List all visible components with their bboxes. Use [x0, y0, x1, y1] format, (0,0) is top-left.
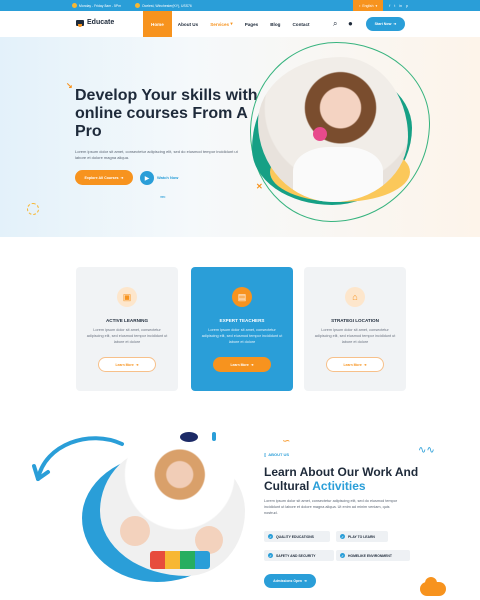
learn-more-label: Learn More — [230, 362, 249, 367]
tick-deco-icon — [212, 432, 216, 441]
nav-menu: Home About Us Services ▾ Pages Blog Cont… — [143, 11, 316, 37]
nav-item-about[interactable]: About Us — [172, 11, 204, 37]
twitter-icon[interactable]: t — [394, 4, 395, 8]
oval-deco-icon — [180, 432, 198, 442]
teacher-icon: ▤ — [232, 287, 252, 307]
language-label: English — [362, 3, 374, 8]
pill-homelike: ✓ HOMELIKE ENVIRONMENT — [336, 550, 410, 561]
learn-more-button[interactable]: Learn More ➔ — [326, 357, 384, 372]
learn-more-button[interactable]: Learn More ➔ — [213, 357, 271, 372]
pill-quality: ✓ QUALITY EDUCATIONS — [264, 531, 330, 542]
hero-title: Develop Your skills with online courses … — [75, 87, 258, 140]
hours-info: Monday - Friday 8am - 5Pm — [72, 3, 121, 8]
about-tag-label: ABOUT US — [268, 452, 290, 457]
arrow-right-icon: ➔ — [303, 579, 307, 583]
explore-courses-label: Explore All Courses — [84, 175, 119, 180]
graduation-cap-icon — [76, 19, 84, 27]
nav-item-services[interactable]: Services ▾ — [204, 11, 239, 37]
nav-item-services-label: Services — [210, 21, 230, 27]
chevron-down-icon: ▾ — [375, 3, 378, 8]
nav-item-pages[interactable]: Pages — [239, 11, 265, 37]
feature-title: ACTIVE LEARNING — [105, 318, 149, 323]
linkedin-icon[interactable]: in — [399, 4, 402, 8]
pill-label: QUALITY EDUCATIONS — [276, 534, 314, 539]
address-info: Ocelest, Winchester(KY), USS76 — [135, 3, 192, 8]
learning-icon: ▣ — [117, 287, 137, 307]
admissions-button[interactable]: Admissions Open ➔ — [264, 574, 316, 588]
chevron-down-icon: ▾ — [230, 21, 233, 26]
feature-card-expert-teachers: ▤ EXPERT TEACHERS Lorem ipsum dolor sit … — [191, 267, 293, 391]
address-text: Ocelest, Winchester(KY), USS76 — [142, 3, 192, 8]
feature-card-strategi-location: ⌂ STRATEGI LOCATION Lorem ipsum dolor si… — [304, 267, 406, 391]
brand-logo[interactable]: Educate — [76, 19, 115, 27]
feature-card-active-learning: ▣ ACTIVE LEARNING Lorem ipsum dolor sit … — [76, 267, 178, 391]
nav-item-home[interactable]: Home — [143, 11, 172, 37]
cross-deco-icon: ✕ — [256, 182, 263, 191]
zigzag-deco-icon: ↘ — [66, 81, 73, 90]
start-now-label: Start Now — [374, 22, 392, 26]
top-bar: Monday - Friday 8am - 5Pm Ocelest, Winch… — [0, 0, 480, 11]
play-icon[interactable]: ▶ — [140, 171, 154, 185]
pill-play: ✓ PLAY TO LEARN — [336, 531, 388, 542]
arrow-right-icon: ➔ — [250, 362, 254, 367]
check-icon: ✓ — [340, 534, 345, 539]
facebook-icon[interactable]: f — [389, 4, 390, 8]
arrow-right-icon: ➔ — [363, 362, 367, 367]
flag-icon: ▪ — [359, 3, 361, 8]
check-icon: ✓ — [268, 553, 273, 558]
about-title-highlight: Activities — [312, 479, 366, 493]
nav-item-blog[interactable]: Blog — [264, 11, 286, 37]
book-icon: ▯ — [264, 452, 267, 457]
user-icon[interactable]: ● — [348, 19, 353, 28]
admissions-label: Admissions Open — [273, 579, 302, 583]
explore-courses-button[interactable]: Explore All Courses ➔ — [75, 170, 133, 185]
pill-safety: ✓ SAFETY AND SECURITY — [264, 550, 334, 561]
pill-label: SAFETY AND SECURITY — [276, 553, 316, 558]
sun-deco-icon — [27, 203, 39, 215]
location-icon — [135, 3, 141, 8]
nav-item-contact[interactable]: Contact — [286, 11, 315, 37]
feature-title: STRATEGI LOCATION — [331, 318, 379, 323]
arrow-right-icon: ➔ — [120, 175, 124, 180]
start-now-button[interactable]: Start Now ➔ — [366, 17, 405, 31]
language-selector[interactable]: ▪ English ▾ — [353, 0, 384, 11]
hero-subtitle: Lorem ipsum dolor sit amet, consectetur … — [75, 149, 238, 160]
learn-more-label: Learn More — [343, 362, 362, 367]
check-icon: ✓ — [340, 553, 345, 558]
hours-text: Monday - Friday 8am - 5Pm — [79, 3, 122, 8]
about-title: Learn About Our Work And Cultural Activi… — [264, 465, 434, 493]
feature-desc: Lorem ipsum dolor sit amet, consectetur … — [86, 328, 168, 344]
feature-desc: Lorem ipsum dolor sit amet, consectetur … — [201, 328, 283, 344]
pill-label: PLAY TO LEARN — [348, 534, 375, 539]
about-tag: ▯ ABOUT US — [264, 452, 289, 457]
learn-more-button[interactable]: Learn More ➔ — [98, 357, 156, 372]
scribble-deco-icon: ∿∿ — [418, 445, 435, 456]
search-icon[interactable]: ⌕ — [333, 19, 337, 29]
clock-icon — [72, 3, 77, 8]
feature-desc: Lorem ipsum dolor sit amet, consectetur … — [314, 328, 396, 344]
about-text: Lorem ipsum dolor sit amet, consectetur … — [264, 499, 398, 515]
wave-deco-icon: ≈≈ — [160, 195, 166, 201]
squiggle-deco-icon: ∽ — [282, 436, 291, 447]
check-icon: ✓ — [268, 534, 273, 539]
main-nav: Educate Home About Us Services ▾ Pages B… — [0, 11, 480, 37]
learn-more-label: Learn More — [115, 362, 134, 367]
location-building-icon: ⌂ — [345, 287, 365, 307]
pill-label: HOMELIKE ENVIRONMENT — [348, 553, 392, 558]
brand-name: Educate — [87, 19, 115, 26]
about-image — [82, 444, 245, 584]
feature-title: EXPERT TEACHERS — [219, 318, 265, 323]
pinterest-icon[interactable]: p — [406, 4, 408, 8]
cloud-deco-icon — [420, 577, 446, 596]
social-links: f t in p — [389, 4, 408, 8]
hero-section: ↘ ✕ ≈≈ Develop Your skills with online c… — [0, 37, 480, 237]
arrow-right-icon: ➔ — [393, 22, 397, 26]
arrow-right-icon: ➔ — [135, 362, 139, 367]
watch-now-link[interactable]: Watch Now — [157, 175, 178, 180]
